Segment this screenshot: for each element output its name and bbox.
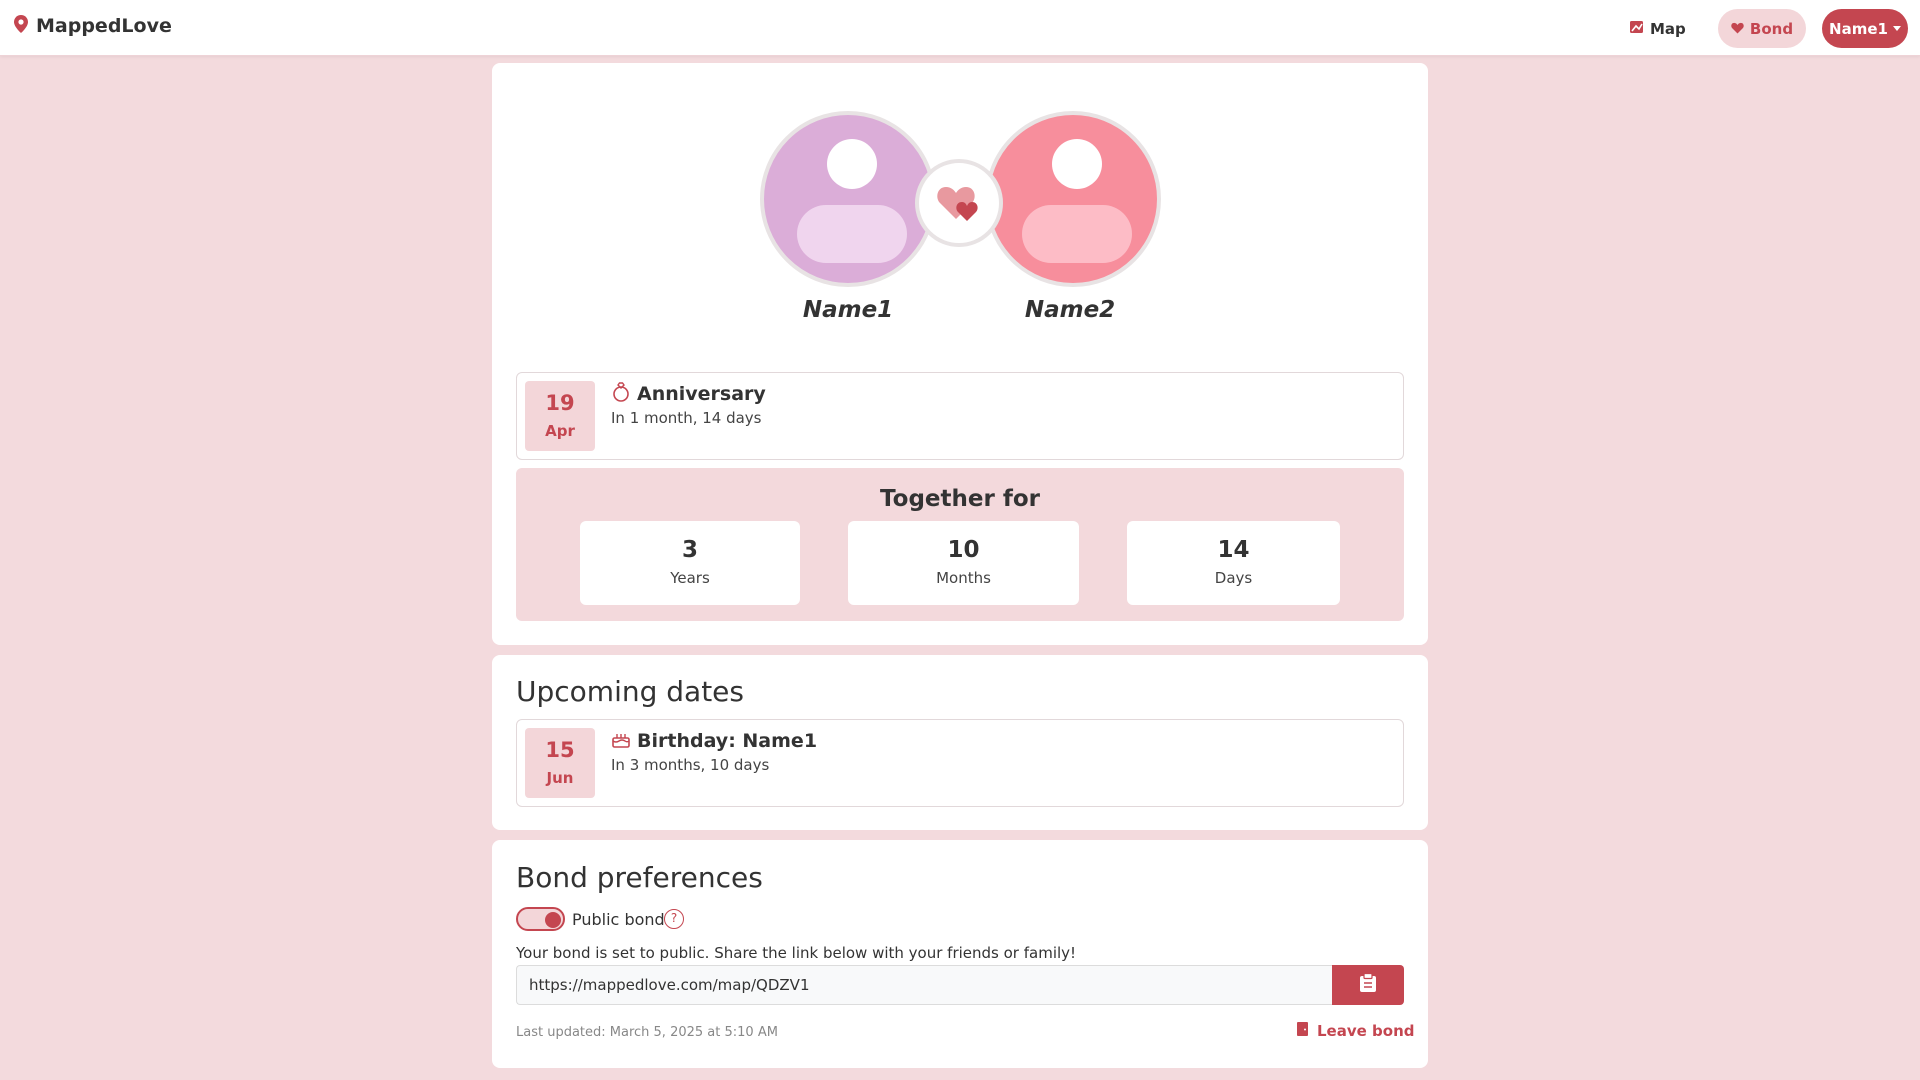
upcoming-card: Upcoming dates 15 Jun Birthday: Name1 In… bbox=[492, 655, 1428, 830]
stat-label: Years bbox=[670, 569, 710, 587]
bond-card: Name1 Name2 19 Apr Anniversary In 1 mont… bbox=[492, 63, 1428, 645]
date-badge: 19 Apr bbox=[525, 381, 595, 451]
stat-value: 3 bbox=[681, 537, 698, 563]
together-title: Together for bbox=[880, 486, 1040, 512]
anniversary-row: 19 Apr Anniversary In 1 month, 14 days bbox=[516, 372, 1404, 460]
stat-years: 3 Years bbox=[580, 521, 800, 605]
partner-name-1: Name1 bbox=[802, 297, 894, 323]
avatar-body bbox=[1022, 205, 1132, 263]
stat-label: Days bbox=[1214, 569, 1253, 587]
navbar: MappedLove Map Bond Name1 bbox=[0, 0, 1920, 56]
bond-heart-badge bbox=[915, 159, 1003, 247]
heart-icon bbox=[1731, 20, 1744, 38]
avatar-head bbox=[1052, 139, 1102, 189]
date-badge: 15 Jun bbox=[525, 728, 595, 798]
date-day: 19 bbox=[545, 391, 575, 415]
user-menu-button[interactable]: Name1 bbox=[1822, 9, 1908, 48]
caret-down-icon bbox=[1892, 26, 1901, 31]
upcoming-event-row: 15 Jun Birthday: Name1 In 3 months, 10 d… bbox=[516, 719, 1404, 807]
nav-map-link[interactable]: Map bbox=[1630, 14, 1686, 44]
public-bond-toggle[interactable] bbox=[516, 907, 565, 931]
event-countdown: In 1 month, 14 days bbox=[611, 409, 762, 427]
leave-bond-button[interactable]: Leave bond bbox=[1297, 1022, 1415, 1040]
toggle-knob bbox=[545, 912, 561, 928]
date-month: Jun bbox=[546, 769, 574, 787]
nav-map-label: Map bbox=[1650, 20, 1686, 38]
stat-days: 14 Days bbox=[1127, 521, 1340, 605]
public-description: Your bond is set to public. Share the li… bbox=[516, 944, 1077, 962]
event-title: Anniversary bbox=[637, 383, 766, 405]
share-link-input[interactable] bbox=[516, 965, 1332, 1005]
ring-icon bbox=[611, 382, 631, 406]
stat-months: 10 Months bbox=[848, 521, 1079, 605]
brand-link[interactable]: MappedLove bbox=[14, 15, 172, 37]
copy-link-button[interactable] bbox=[1332, 965, 1404, 1005]
map-icon bbox=[1630, 20, 1644, 38]
brand-name: MappedLove bbox=[36, 15, 172, 37]
last-updated-text: Last updated: March 5, 2025 at 5:10 AM bbox=[516, 1025, 778, 1040]
preferences-card: Bond preferences Public bond ? Your bond… bbox=[492, 840, 1428, 1068]
date-month: Apr bbox=[545, 422, 575, 440]
clipboard-icon bbox=[1359, 972, 1377, 997]
date-day: 15 bbox=[545, 738, 575, 762]
avatar-name2 bbox=[985, 111, 1161, 287]
avatar-head bbox=[827, 139, 877, 189]
avatar-body bbox=[797, 205, 907, 263]
stat-label: Months bbox=[936, 569, 991, 587]
event-countdown: In 3 months, 10 days bbox=[611, 756, 770, 774]
partner-name-2: Name2 bbox=[1024, 297, 1116, 323]
hearts-icon bbox=[935, 179, 983, 227]
cake-icon bbox=[611, 729, 631, 753]
help-icon[interactable]: ? bbox=[664, 909, 684, 929]
leave-bond-label: Leave bond bbox=[1317, 1022, 1415, 1040]
nav-bond-label: Bond bbox=[1749, 19, 1794, 38]
public-bond-label: Public bond bbox=[572, 910, 665, 929]
stat-value: 14 bbox=[1217, 537, 1250, 563]
avatar-name1 bbox=[760, 111, 936, 287]
together-panel: Together for 3 Years 10 Months 14 Days bbox=[516, 468, 1404, 621]
nav-bond-link[interactable]: Bond bbox=[1718, 9, 1806, 48]
user-menu-label: Name1 bbox=[1829, 19, 1888, 38]
upcoming-title: Upcoming dates bbox=[516, 675, 744, 708]
event-title: Birthday: Name1 bbox=[637, 730, 818, 752]
stat-value: 10 bbox=[947, 537, 980, 563]
door-exit-icon bbox=[1297, 1022, 1309, 1040]
preferences-title: Bond preferences bbox=[516, 861, 763, 894]
map-pin-icon bbox=[14, 15, 28, 37]
